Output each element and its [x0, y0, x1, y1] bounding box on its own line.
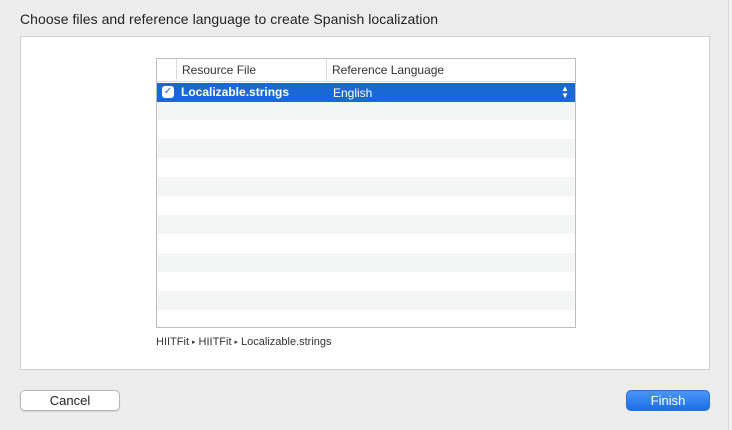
triangle-right-icon: ▸: [192, 339, 196, 346]
resource-file-cell: Localizable.strings: [181, 85, 290, 99]
path-segment: Localizable.strings: [241, 336, 332, 348]
up-down-stepper-icon[interactable]: ▲ ▼: [560, 85, 570, 100]
cancel-button[interactable]: Cancel: [20, 390, 120, 411]
table-header: Resource File Reference Language: [157, 59, 575, 82]
column-header-resource-file[interactable]: Resource File: [177, 59, 327, 82]
include-checkbox[interactable]: ✓: [162, 86, 174, 98]
path-segment: HIITFit: [156, 336, 189, 348]
triangle-right-icon: ▸: [234, 339, 239, 346]
path-segment: HIITFit: [198, 336, 232, 348]
resource-table: Resource File Reference Language ✓ Local…: [156, 58, 576, 328]
content-panel: Resource File Reference Language ✓ Local…: [20, 36, 710, 370]
reference-language-popup[interactable]: English: [333, 84, 372, 103]
column-header-check: [157, 59, 177, 82]
table-body: [157, 82, 575, 327]
sheet-heading: Choose files and reference language to c…: [20, 11, 439, 27]
file-path: HIITFit ▸ HIITFit ▸ Localizable.strings: [156, 336, 332, 348]
localization-sheet: Choose files and reference language to c…: [0, 0, 732, 430]
checkmark-icon: ✓: [163, 86, 173, 97]
table-row[interactable]: ✓ Localizable.strings English ▲ ▼: [157, 83, 575, 102]
finish-button[interactable]: Finish: [626, 390, 710, 411]
column-header-reference-language[interactable]: Reference Language: [328, 59, 575, 82]
window-edge: [728, 0, 732, 430]
